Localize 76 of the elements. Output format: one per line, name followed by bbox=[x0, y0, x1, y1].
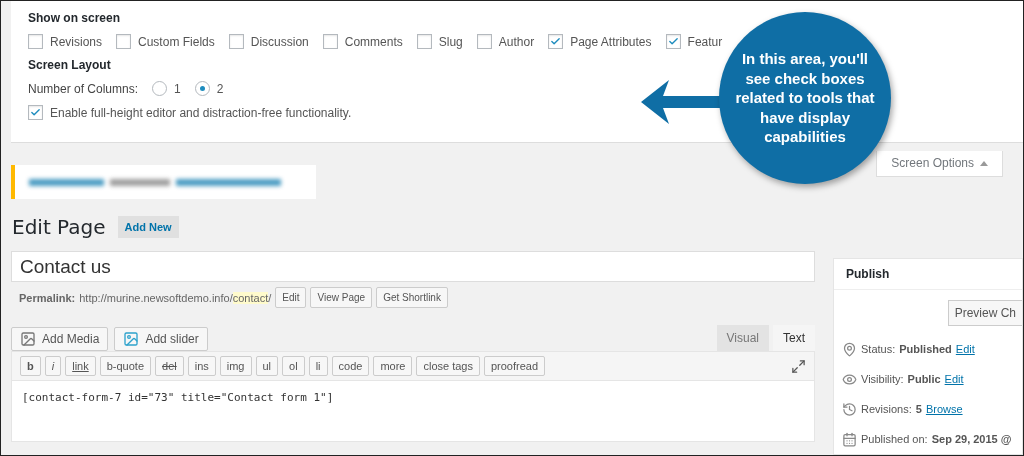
page-title: Edit Page bbox=[12, 215, 106, 239]
meta-value: Public bbox=[907, 373, 941, 385]
quicktag-button[interactable]: b bbox=[20, 356, 41, 376]
meta-link[interactable]: Edit bbox=[944, 373, 964, 385]
checkbox[interactable] bbox=[28, 34, 43, 49]
permalink-button[interactable]: View Page bbox=[310, 287, 373, 308]
preview-button[interactable]: Preview Ch bbox=[947, 300, 1022, 326]
meta-value: Sep 29, 2015 @ bbox=[931, 433, 1012, 445]
check-icon bbox=[667, 36, 679, 47]
meta-label: Revisions: bbox=[861, 403, 912, 415]
meta-value: 5 bbox=[915, 403, 922, 415]
pin-icon bbox=[842, 341, 857, 357]
media-button[interactable]: Add Media bbox=[11, 327, 109, 351]
quicktag-button[interactable]: del bbox=[155, 356, 184, 376]
checkbox[interactable] bbox=[322, 34, 338, 49]
section-heading: Show on screen bbox=[28, 11, 121, 25]
quicktag-button[interactable]: b-quote bbox=[99, 356, 151, 376]
meta-label: Visibility: bbox=[861, 373, 904, 385]
checkbox[interactable] bbox=[476, 34, 492, 49]
caret-icon bbox=[980, 160, 988, 166]
quicktag-button[interactable]: ul bbox=[255, 356, 279, 376]
meta-label: Status: bbox=[861, 343, 896, 355]
meta-link[interactable]: Browse bbox=[925, 403, 963, 415]
title-field[interactable]: Contact us bbox=[11, 251, 815, 282]
eye-icon bbox=[842, 371, 857, 387]
checkbox[interactable] bbox=[228, 34, 244, 49]
checkbox-label: Discussion bbox=[250, 34, 309, 49]
checkbox-label: Custom Fields bbox=[138, 34, 215, 49]
meta-label: Published on: bbox=[861, 433, 928, 445]
history-icon bbox=[842, 401, 857, 417]
permalink-button[interactable]: Edit bbox=[275, 287, 307, 308]
quicktag-button[interactable]: ins bbox=[187, 356, 216, 376]
check-icon bbox=[30, 107, 41, 118]
checkbox[interactable] bbox=[665, 34, 681, 49]
checkbox[interactable] bbox=[416, 34, 432, 49]
section-heading: Screen Layout bbox=[28, 58, 111, 72]
fullscreen-icon[interactable] bbox=[791, 358, 806, 374]
permalink-url: http://murine.newsoftdemo.info/contact/ bbox=[79, 291, 272, 304]
meta-link[interactable]: Edit bbox=[955, 343, 975, 355]
checkbox[interactable] bbox=[28, 105, 43, 120]
columns-label: Number of Columns: bbox=[28, 81, 139, 96]
media-button[interactable]: Add slider bbox=[114, 327, 208, 351]
quicktag-button[interactable]: close tags bbox=[416, 356, 480, 376]
image-icon bbox=[20, 331, 36, 347]
quicktag-button[interactable]: proofread bbox=[483, 356, 546, 376]
quicktag-button[interactable]: more bbox=[373, 356, 413, 376]
checkbox-label: Featur bbox=[687, 34, 723, 49]
quicktag-button[interactable]: link bbox=[65, 356, 96, 376]
calendar-icon bbox=[842, 431, 857, 447]
check-icon bbox=[550, 36, 562, 47]
permalink-label: Permalink: bbox=[19, 291, 76, 304]
checkbox-label: Author bbox=[498, 34, 535, 49]
box-heading: Publish bbox=[834, 259, 1022, 290]
permalink-button[interactable]: Get Shortlink bbox=[376, 287, 448, 308]
checkbox-label: Page Attributes bbox=[570, 34, 652, 49]
blurred-text bbox=[110, 178, 170, 186]
screen-options-tab[interactable]: Screen Options bbox=[876, 151, 1003, 177]
add-new-button[interactable]: Add New bbox=[117, 216, 179, 238]
editor-content[interactable]: [contact-form-7 id="73" title="Contact form 1"] bbox=[11, 381, 815, 442]
quicktag-button[interactable]: code bbox=[331, 356, 370, 376]
radio-label: 1 bbox=[174, 81, 181, 96]
quicktag-button[interactable]: img bbox=[219, 356, 252, 376]
quicktag-button[interactable]: li bbox=[308, 356, 328, 376]
checkbox-label: Comments bbox=[344, 34, 403, 49]
checkbox[interactable] bbox=[548, 34, 564, 49]
editor-tab[interactable]: Text bbox=[773, 325, 815, 351]
meta-value: Published bbox=[899, 343, 952, 355]
checkbox[interactable] bbox=[116, 34, 132, 49]
radio-label: 2 bbox=[216, 81, 224, 96]
checkbox-label: Revisions bbox=[50, 34, 103, 49]
checkbox-label: Enable full-height editor and distraction-free functionality. bbox=[50, 105, 352, 120]
image-icon bbox=[123, 331, 140, 347]
quicktag-button[interactable]: i bbox=[44, 356, 62, 376]
editor-tab[interactable]: Visual bbox=[716, 325, 769, 351]
checkbox-label: Slug bbox=[438, 34, 463, 49]
quicktag-button[interactable]: ol bbox=[282, 356, 305, 376]
